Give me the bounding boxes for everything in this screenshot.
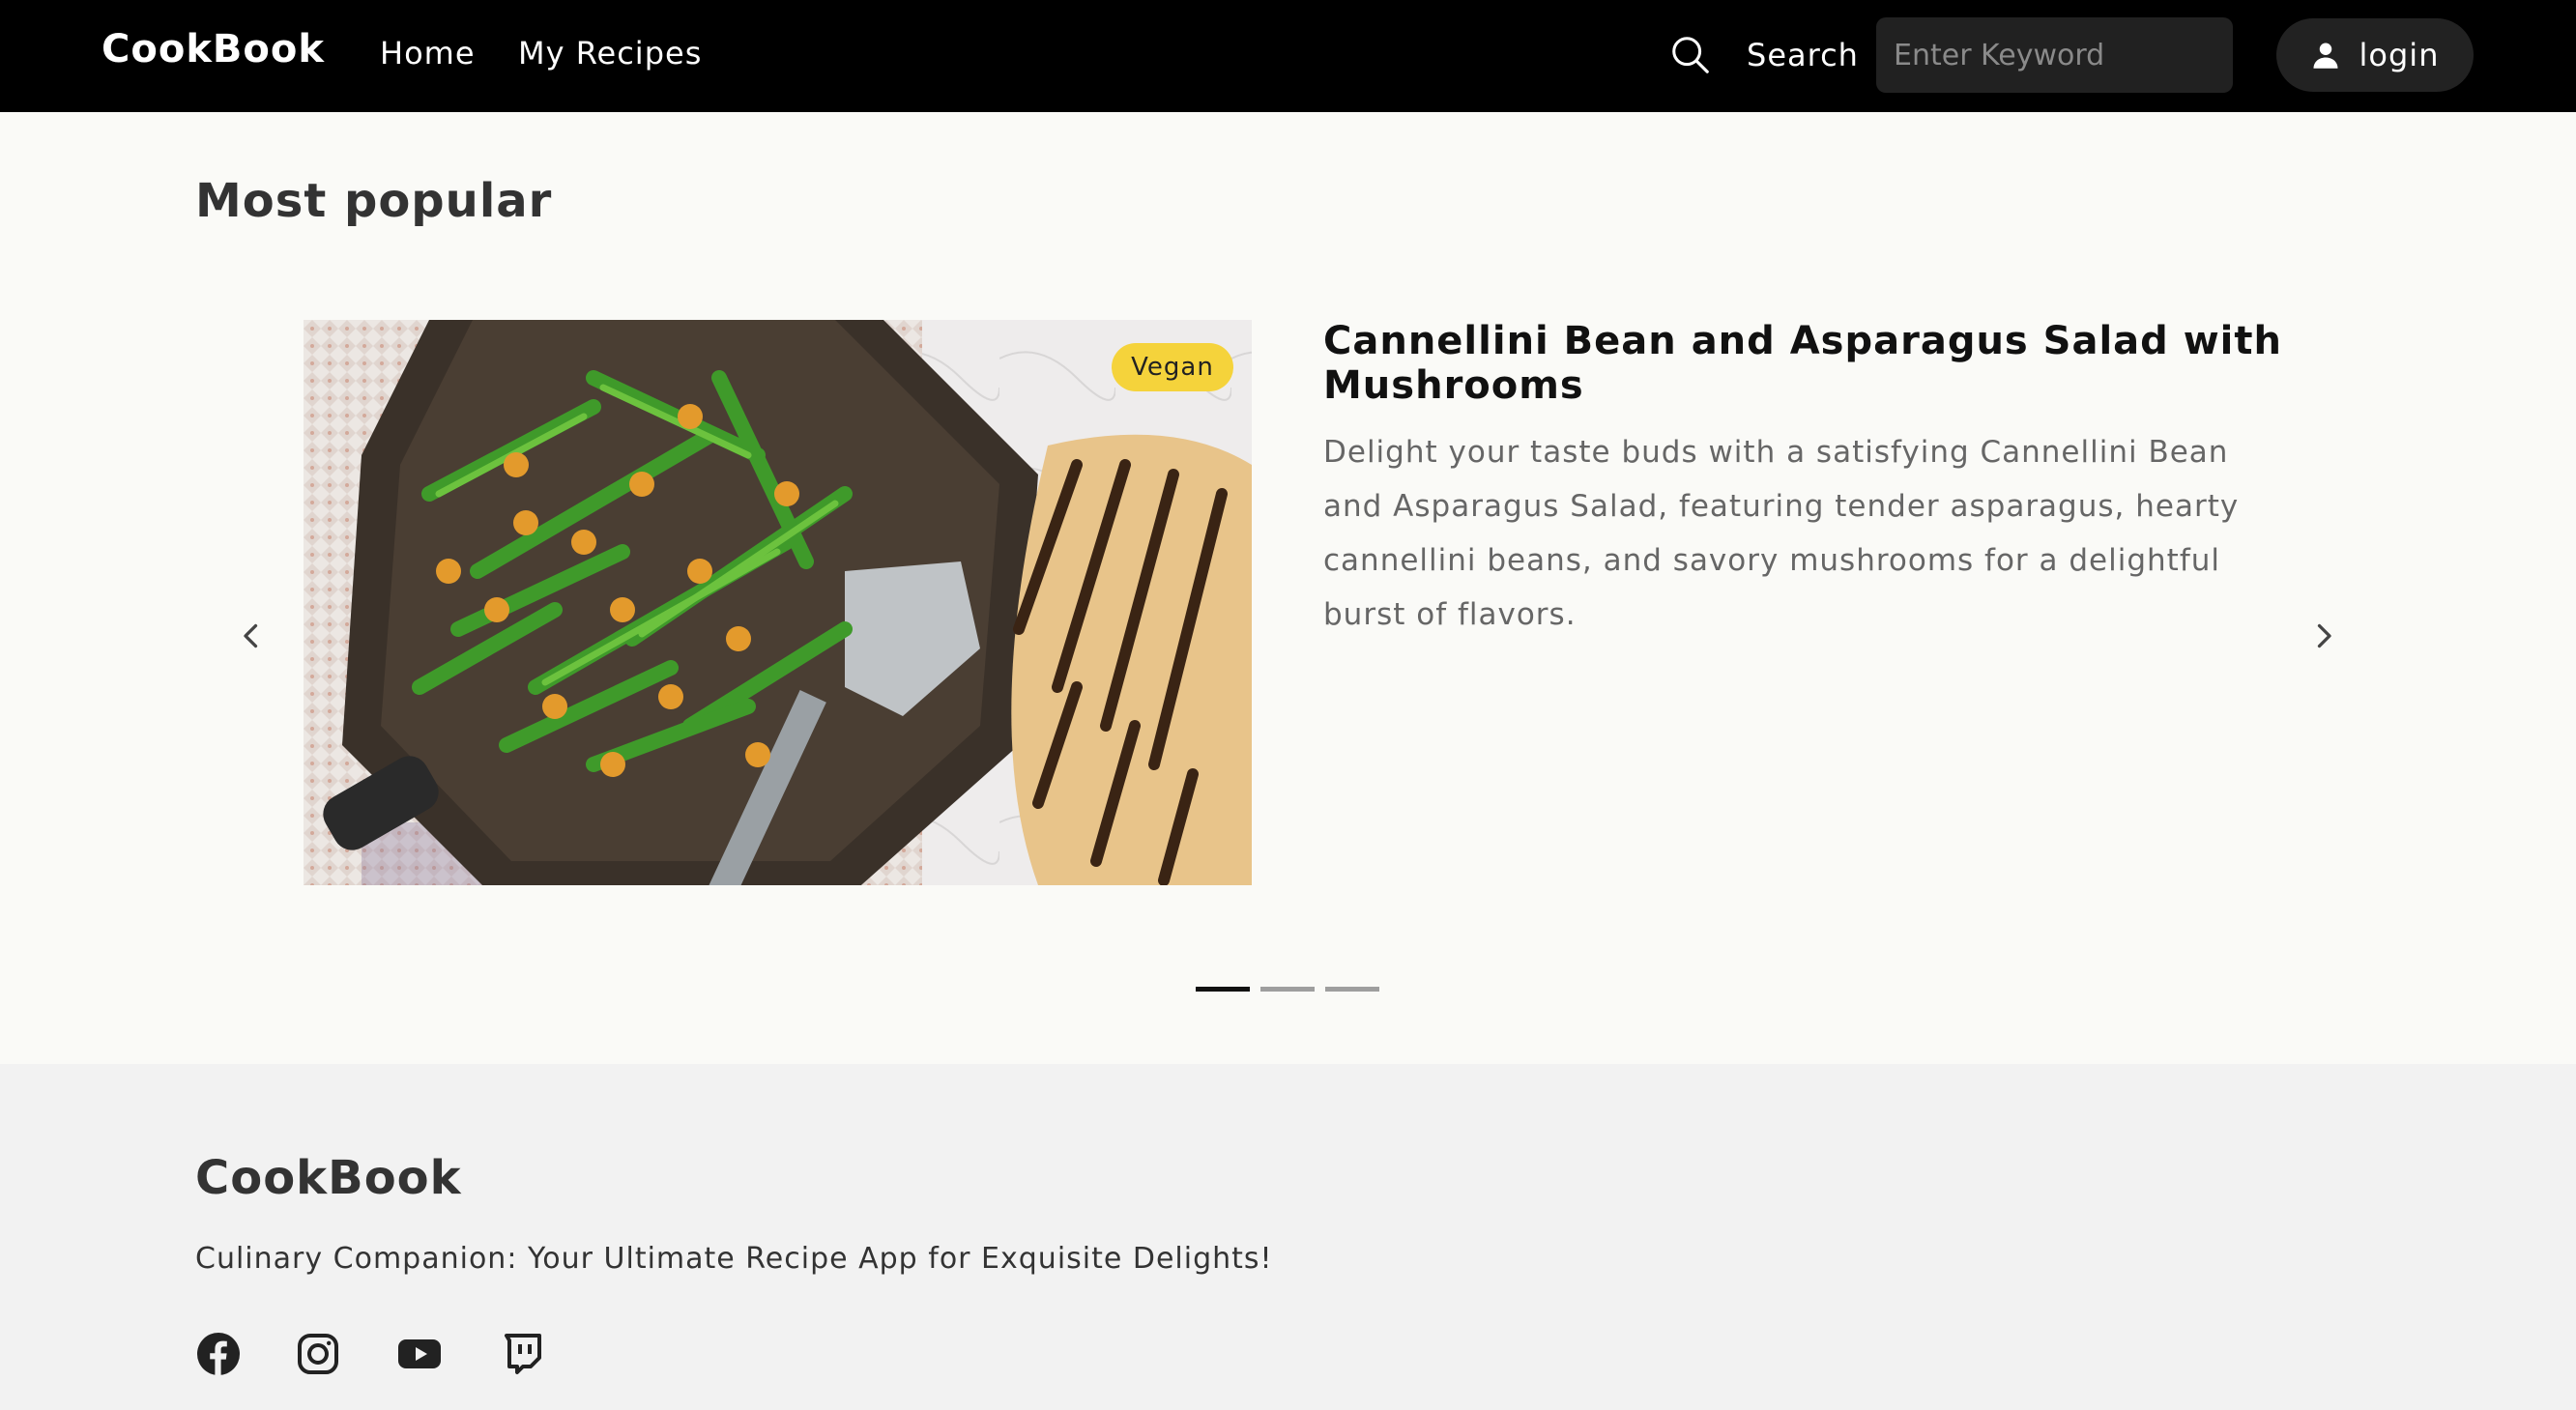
recipe-title[interactable]: Cannellini Bean and Asparagus Salad with…: [1323, 319, 2290, 408]
carousel-dot-2[interactable]: [1260, 987, 1315, 992]
recipe-photo-illustration: [304, 320, 1252, 885]
search-icon[interactable]: [1668, 33, 1713, 77]
youtube-icon[interactable]: [396, 1331, 443, 1377]
carousel-prev-icon[interactable]: [234, 619, 269, 653]
brand-logo[interactable]: CookBook: [101, 27, 325, 72]
recipe-image[interactable]: [304, 320, 1252, 885]
section-title: Most popular: [195, 174, 553, 228]
login-button[interactable]: login: [2276, 18, 2474, 92]
footer-brand: CookBook: [195, 1151, 462, 1205]
carousel-dot-1[interactable]: [1196, 987, 1250, 992]
footer-tagline: Culinary Companion: Your Ultimate Recipe…: [195, 1242, 1273, 1276]
search-label: Search: [1747, 37, 1859, 73]
facebook-icon[interactable]: [195, 1331, 242, 1377]
navbar: CookBook Home My Recipes Search login: [0, 0, 2576, 112]
login-label: login: [2359, 37, 2440, 73]
carousel-indicators: [1196, 987, 1379, 992]
user-icon: [2313, 43, 2338, 69]
nav-link-my-recipes[interactable]: My Recipes: [518, 35, 702, 72]
instagram-icon[interactable]: [295, 1331, 341, 1377]
diet-badge: Vegan: [1112, 343, 1233, 391]
twitch-icon[interactable]: [499, 1331, 545, 1377]
recipe-description: Delight your taste buds with a satisfyin…: [1323, 435, 2240, 632]
footer: CookBook Culinary Companion: Your Ultima…: [0, 1064, 2576, 1410]
nav-link-home[interactable]: Home: [380, 35, 476, 72]
search-input[interactable]: [1876, 17, 2233, 93]
carousel-next-icon[interactable]: [2306, 619, 2341, 653]
carousel-dot-3[interactable]: [1325, 987, 1379, 992]
